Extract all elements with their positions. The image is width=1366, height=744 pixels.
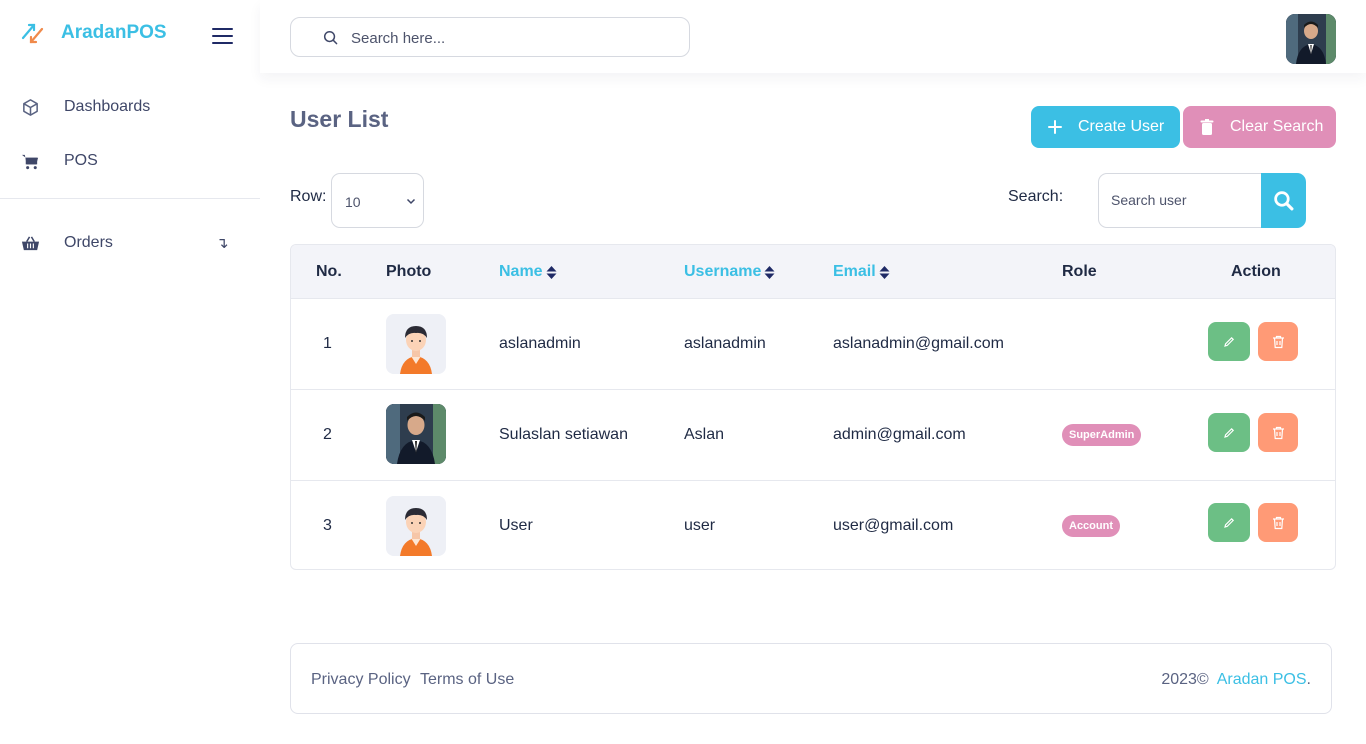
pencil-icon — [1224, 336, 1235, 347]
edit-button[interactable] — [1208, 413, 1250, 452]
header-username-label: Username — [684, 263, 762, 280]
sidebar-item-label: Orders — [64, 234, 113, 251]
user-photo — [386, 314, 446, 374]
header-role: Role — [1062, 263, 1097, 280]
row-label: Row: — [290, 188, 327, 205]
brand[interactable]: AradanPOS — [20, 18, 167, 48]
search-input[interactable] — [351, 26, 671, 50]
cell-name: Sulaslan setiawan — [499, 426, 628, 443]
user-search-field[interactable] — [1098, 173, 1262, 228]
basket-icon — [20, 233, 40, 253]
delete-button[interactable] — [1258, 503, 1298, 542]
brand-link[interactable]: Aradan POS — [1217, 671, 1307, 688]
cell-username: Aslan — [684, 426, 725, 443]
chevron-down-icon — [406, 198, 416, 205]
privacy-policy-link[interactable]: Privacy Policy — [311, 671, 411, 689]
topbar — [260, 0, 1366, 73]
edit-button[interactable] — [1208, 503, 1250, 542]
header-action: Action — [1231, 263, 1281, 280]
sidebar-item-dashboards[interactable]: Dashboards — [0, 87, 260, 127]
cell-email: user@gmail.com — [833, 517, 954, 534]
create-user-button[interactable]: Create User — [1031, 106, 1180, 148]
page-title: User List — [290, 106, 389, 132]
pencil-icon — [1224, 517, 1235, 528]
copyright: 2023© Aradan POS. — [1161, 671, 1311, 689]
header-photo: Photo — [386, 263, 432, 280]
delete-button[interactable] — [1258, 413, 1298, 452]
sidebar-item-label: POS — [64, 152, 98, 169]
clear-search-label: Clear Search — [1230, 118, 1324, 135]
sort-icon — [764, 265, 775, 279]
sort-icon — [546, 265, 557, 279]
user-photo — [386, 404, 446, 464]
header-email[interactable]: Email — [833, 263, 890, 281]
user-photo — [386, 496, 446, 556]
table-row: 2 Sulaslan setiawan Aslan admin@gmail.co… — [291, 389, 1335, 480]
table-header: No. Photo Name Username Email Role Actio… — [291, 245, 1335, 298]
cell-username: user — [684, 517, 716, 534]
row-count-value: 10 — [345, 194, 361, 210]
header-no: No. — [316, 263, 342, 280]
sidebar-item-pos[interactable]: POS — [0, 141, 260, 181]
header-name[interactable]: Name — [499, 263, 557, 281]
trash-icon — [1272, 335, 1284, 348]
search-icon — [1274, 191, 1294, 211]
global-search[interactable] — [290, 17, 690, 57]
brand-name: AradanPOS — [61, 22, 167, 43]
cell-email: aslanadmin@gmail.com — [833, 335, 1004, 352]
search-label: Search: — [1008, 188, 1064, 205]
cell-email: admin@gmail.com — [833, 426, 966, 443]
pencil-icon — [1224, 427, 1235, 438]
trash-icon — [1200, 119, 1214, 135]
cart-icon — [20, 151, 40, 171]
sidebar-item-label: Dashboards — [64, 98, 151, 115]
sidebar-item-orders[interactable]: Orders ↴ — [0, 223, 260, 263]
row-count-select[interactable]: 10 — [331, 173, 424, 228]
user-search-button[interactable] — [1261, 173, 1306, 228]
clear-search-button[interactable]: Clear Search — [1183, 106, 1336, 148]
user-search-input[interactable] — [1111, 192, 1251, 208]
trash-icon — [1272, 426, 1284, 439]
cell-name: aslanadmin — [499, 335, 581, 352]
table-row: 3 User user user@gmail.com Account — [291, 480, 1335, 569]
cube-icon — [20, 97, 40, 117]
header-email-label: Email — [833, 263, 876, 280]
header-name-label: Name — [499, 263, 543, 280]
cell-no: 1 — [323, 335, 332, 352]
delete-button[interactable] — [1258, 322, 1298, 361]
plus-icon — [1048, 120, 1062, 134]
sort-icon — [879, 265, 890, 279]
copyright-period: . — [1306, 671, 1311, 688]
cell-no: 2 — [323, 426, 332, 443]
terms-of-use-link[interactable]: Terms of Use — [420, 671, 514, 689]
table-row: 1 aslanadmin aslanadmin aslanadmin@gmail… — [291, 298, 1335, 389]
avatar[interactable] — [1286, 14, 1336, 64]
role-badge: Account — [1062, 515, 1120, 537]
footer: Privacy Policy Terms of Use 2023© Aradan… — [290, 643, 1332, 714]
submenu-arrow-icon: ↴ — [216, 235, 229, 252]
header-username[interactable]: Username — [684, 263, 775, 281]
role-badge: SuperAdmin — [1062, 424, 1142, 446]
cell-name: User — [499, 517, 533, 534]
user-table: No. Photo Name Username Email Role Actio… — [290, 244, 1336, 570]
edit-button[interactable] — [1208, 322, 1250, 361]
divider — [0, 198, 260, 199]
cell-username: aslanadmin — [684, 335, 766, 352]
menu-toggle-icon[interactable] — [212, 28, 233, 44]
logo-icon — [21, 23, 44, 44]
sidebar: AradanPOS Dashboards POS Orders ↴ — [0, 0, 260, 252]
copyright-year: 2023© — [1161, 671, 1209, 688]
cell-no: 3 — [323, 517, 332, 534]
create-user-label: Create User — [1078, 118, 1165, 135]
trash-icon — [1272, 516, 1284, 529]
search-icon — [323, 30, 338, 45]
